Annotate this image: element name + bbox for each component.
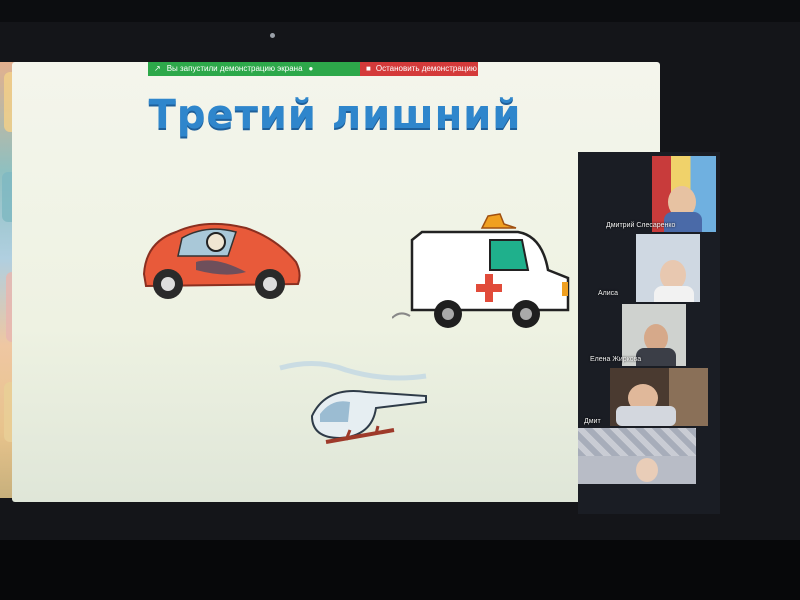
helicopter-image — [279, 360, 427, 444]
participant-tile[interactable] — [610, 368, 708, 426]
participant-name: Алиса — [598, 290, 619, 297]
participant-tile[interactable] — [652, 156, 716, 232]
slide-title: Третий лишний — [148, 92, 522, 138]
share-icon: ↗ — [154, 64, 161, 73]
stop-icon: ■ — [366, 64, 371, 73]
participant-body — [616, 406, 676, 426]
mic-icon[interactable]: ● — [309, 62, 314, 76]
participant-body — [636, 348, 676, 366]
stop-sharing-label: Остановить демонстрацию — [375, 64, 477, 73]
participant-name: Дмитрий Слесаренко — [606, 222, 676, 229]
laptop-keyboard-edge — [0, 540, 800, 600]
participant-name: Дмит — [584, 418, 601, 425]
participant-tile[interactable] — [578, 428, 696, 484]
participant-background — [578, 428, 696, 456]
participant-tile[interactable] — [636, 234, 700, 302]
share-status-bar: ↗ Вы запустили демонстрацию экрана ● — [148, 62, 360, 76]
ambulance-van-image — [392, 213, 570, 328]
screen-share-banner: ↗ Вы запустили демонстрацию экрана ● ■ О… — [148, 62, 478, 76]
beetle-car-image — [142, 222, 301, 299]
video-gallery: Дмитрий Слесаренко Алиса Елена Жиркова Д… — [578, 152, 720, 514]
webcam-indicator — [270, 33, 275, 38]
participant-body — [654, 286, 694, 302]
share-status-text: Вы запустили демонстрацию экрана — [166, 64, 303, 73]
stop-sharing-button[interactable]: ■ Остановить демонстрацию — [360, 62, 478, 76]
participant-face — [636, 458, 658, 482]
participant-name: Елена Жиркова — [590, 356, 642, 363]
